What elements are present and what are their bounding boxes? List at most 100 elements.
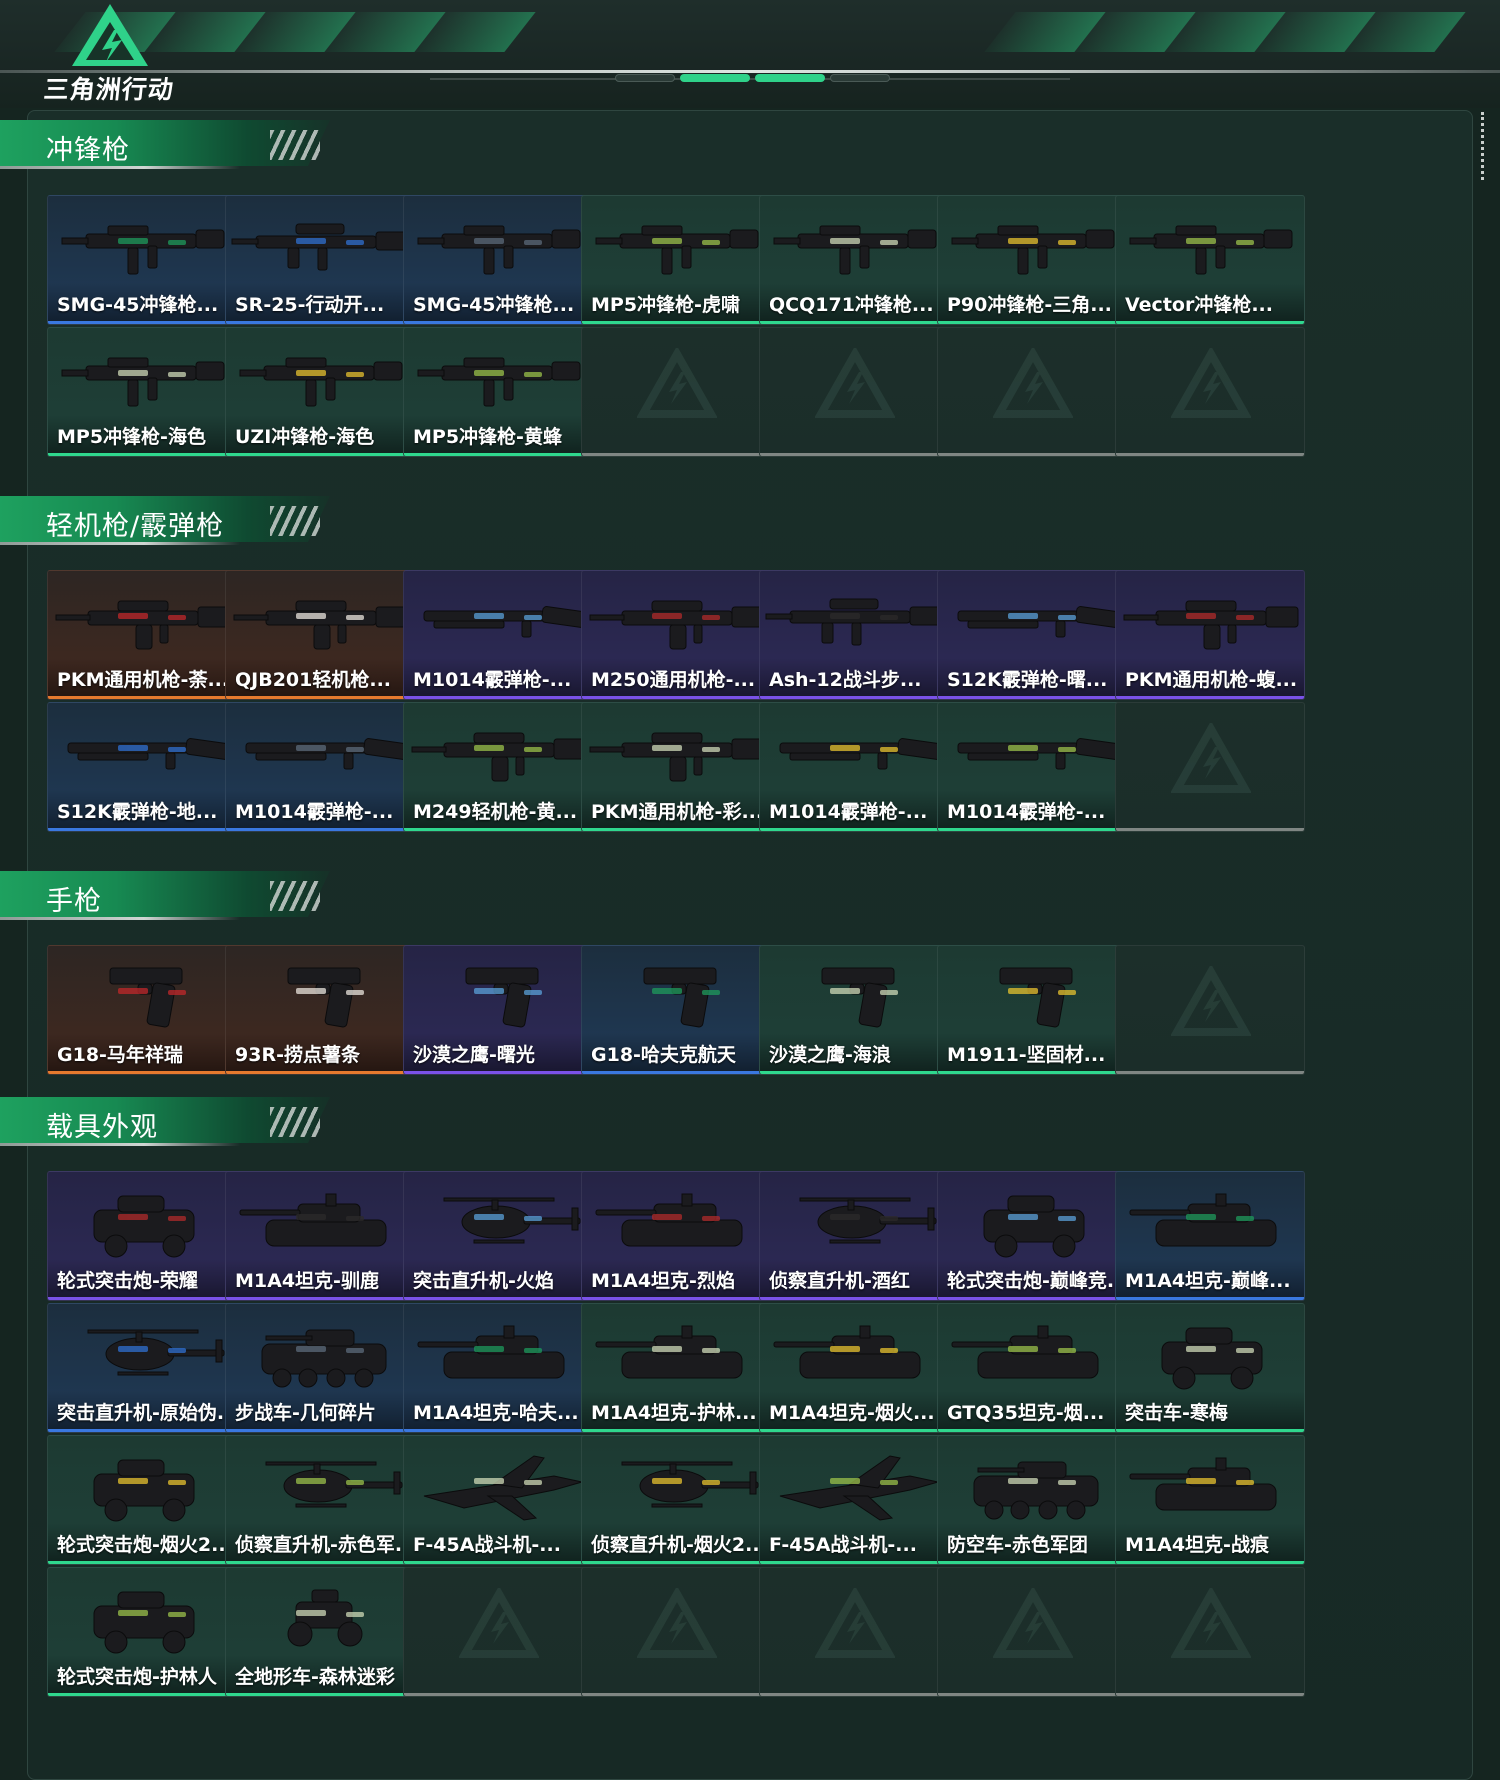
item-card[interactable]: 突击直升机-火焰 — [403, 1171, 593, 1301]
rarity-bar — [48, 1693, 236, 1696]
item-card[interactable]: PKM通用机枪-彩... — [581, 702, 771, 832]
item-name: SMG-45冲锋枪... — [57, 294, 219, 316]
item-card[interactable]: MP5冲锋枪-虎啸 — [581, 195, 771, 325]
item-card[interactable]: 步战车-几何碎片 — [225, 1303, 415, 1433]
empty-slot[interactable] — [937, 327, 1127, 457]
item-card[interactable]: M1A4坦克-烈焰 — [581, 1171, 771, 1301]
item-card[interactable]: 轮式突击炮-荣耀 — [47, 1171, 237, 1301]
item-card[interactable]: PKM通用机枪-蝮... — [1115, 570, 1305, 700]
item-card[interactable]: M1014霰弹枪-... — [759, 702, 949, 832]
item-card[interactable]: F-45A战斗机-... — [759, 1435, 949, 1565]
empty-slot[interactable] — [581, 1567, 771, 1697]
smg-icon — [417, 357, 581, 407]
ifv-icon — [261, 1329, 387, 1388]
item-card[interactable]: 轮式突击炮-巅峰竞... — [937, 1171, 1127, 1301]
item-card[interactable]: Vector冲锋枪... — [1115, 195, 1305, 325]
item-card[interactable]: M1A4坦克-哈夫... — [403, 1303, 593, 1433]
shotgun-icon — [245, 738, 409, 770]
helicopter-icon — [621, 1461, 759, 1508]
item-card[interactable]: SMG-45冲锋枪... — [403, 195, 593, 325]
item-name: QCQ171冲锋枪... — [769, 294, 934, 316]
item-name: 突击直升机-原始伪... — [57, 1402, 234, 1424]
rarity-bar — [760, 696, 948, 699]
empty-slot[interactable] — [1115, 945, 1305, 1075]
item-card[interactable]: M250通用机枪-... — [581, 570, 771, 700]
item-card[interactable]: G18-哈夫克航天 — [581, 945, 771, 1075]
pistol-icon — [109, 967, 186, 1028]
item-card[interactable]: M1014霰弹枪-... — [225, 702, 415, 832]
item-name: G18-马年祥瑞 — [57, 1044, 183, 1066]
item-card[interactable]: 侦察直升机-烟火2... — [581, 1435, 771, 1565]
rarity-bar — [404, 1429, 592, 1432]
item-card[interactable]: 防空车-赤色军团 — [937, 1435, 1127, 1565]
item-card[interactable]: 93R-捞点薯条 — [225, 945, 415, 1075]
item-card[interactable]: SR-25-行动开... — [225, 195, 415, 325]
item-card[interactable]: QCQ171冲锋枪... — [759, 195, 949, 325]
rarity-bar — [48, 1071, 236, 1074]
scrollbar[interactable] — [1481, 112, 1486, 180]
rarity-bar — [226, 1693, 414, 1696]
empty-slot-icon — [1171, 723, 1251, 793]
item-card[interactable]: S12K霰弹枪-曙... — [937, 570, 1127, 700]
empty-slot[interactable] — [1115, 702, 1305, 832]
item-card[interactable]: GTQ35坦克-烟... — [937, 1303, 1127, 1433]
smg-icon — [1129, 225, 1293, 275]
item-card[interactable]: M249轻机枪-黄... — [403, 702, 593, 832]
banner-indicator-active — [680, 74, 750, 82]
empty-slot[interactable] — [1115, 1567, 1305, 1697]
rarity-bar — [582, 321, 770, 324]
helicopter-icon — [265, 1461, 403, 1508]
item-card[interactable]: M1014霰弹枪-... — [937, 702, 1127, 832]
smg-icon — [61, 357, 225, 407]
item-name: Ash-12战斗步... — [769, 669, 922, 691]
empty-slot[interactable] — [1115, 327, 1305, 457]
empty-slot[interactable] — [759, 1567, 949, 1697]
item-card[interactable]: MP5冲锋枪-黄蜂 — [403, 327, 593, 457]
armored-car-icon — [93, 1591, 195, 1654]
item-card[interactable]: G18-马年祥瑞 — [47, 945, 237, 1075]
empty-slot[interactable] — [581, 327, 771, 457]
armored-car-icon — [93, 1459, 195, 1522]
item-card[interactable]: M1A4坦克-巅峰... — [1115, 1171, 1305, 1301]
item-card[interactable]: M1A4坦克-护林... — [581, 1303, 771, 1433]
item-card[interactable]: PKM通用机枪-荼... — [47, 570, 237, 700]
item-name: 侦察直升机-酒红 — [769, 1270, 910, 1292]
empty-slot[interactable] — [759, 327, 949, 457]
item-card[interactable]: MP5冲锋枪-海色 — [47, 327, 237, 457]
item-name: 侦察直升机-烟火2... — [591, 1534, 767, 1556]
item-card[interactable]: 突击直升机-原始伪... — [47, 1303, 237, 1433]
item-name: SR-25-行动开... — [235, 294, 385, 316]
section-title: 冲锋枪 — [46, 135, 130, 166]
item-card[interactable]: M1A4坦克-驯鹿 — [225, 1171, 415, 1301]
item-card[interactable]: UZI冲锋枪-海色 — [225, 327, 415, 457]
item-card[interactable]: 侦察直升机-赤色军... — [225, 1435, 415, 1565]
game-title: 三角洲行动 — [42, 75, 176, 104]
item-card[interactable]: M1A4坦克-战痕 — [1115, 1435, 1305, 1565]
smg-icon — [239, 357, 403, 407]
item-name: 步战车-几何碎片 — [235, 1402, 376, 1424]
item-card[interactable]: M1911-坚固材... — [937, 945, 1127, 1075]
rarity-bar — [938, 1429, 1126, 1432]
item-name: M1014霰弹枪-... — [413, 669, 572, 691]
empty-slot[interactable] — [937, 1567, 1127, 1697]
item-card[interactable]: SMG-45冲锋枪... — [47, 195, 237, 325]
item-card[interactable]: 沙漠之鹰-曙光 — [403, 945, 593, 1075]
item-card[interactable]: M1014霰弹枪-... — [403, 570, 593, 700]
item-name: M1A4坦克-哈夫... — [413, 1402, 579, 1424]
item-card[interactable]: Ash-12战斗步... — [759, 570, 949, 700]
item-card[interactable]: 轮式突击炮-护林人 — [47, 1567, 237, 1697]
item-card[interactable]: S12K霰弹枪-地... — [47, 702, 237, 832]
item-card[interactable]: 全地形车-森林迷彩 — [225, 1567, 415, 1697]
item-card[interactable]: F-45A战斗机-... — [403, 1435, 593, 1565]
rarity-bar — [1116, 1071, 1304, 1074]
item-card[interactable]: M1A4坦克-烟火... — [759, 1303, 949, 1433]
top-banner: 三角洲行动 — [0, 0, 1500, 108]
empty-slot[interactable] — [403, 1567, 593, 1697]
item-card[interactable]: P90冲锋枪-三角... — [937, 195, 1127, 325]
item-card[interactable]: 侦察直升机-酒红 — [759, 1171, 949, 1301]
item-card[interactable]: 沙漠之鹰-海浪 — [759, 945, 949, 1075]
rarity-bar — [582, 696, 770, 699]
item-card[interactable]: 突击车-寒梅 — [1115, 1303, 1305, 1433]
item-card[interactable]: 轮式突击炮-烟火2... — [47, 1435, 237, 1565]
item-card[interactable]: QJB201轻机枪... — [225, 570, 415, 700]
